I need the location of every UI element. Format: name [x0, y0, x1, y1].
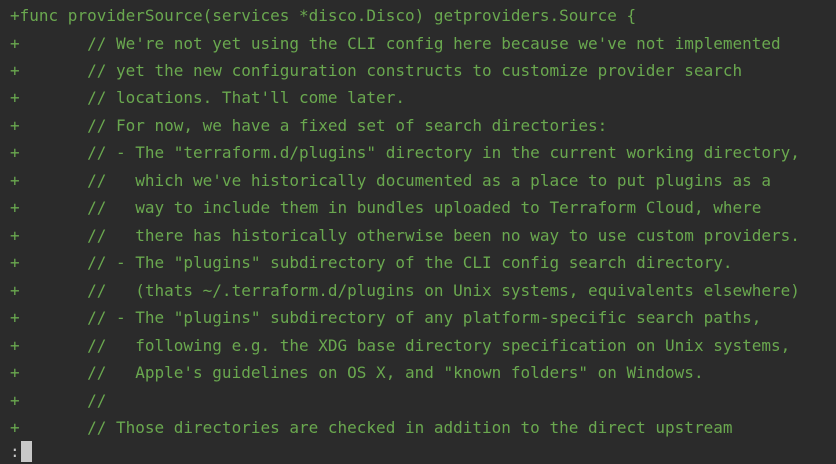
diff-line: + // For now, we have a fixed set of sea… [10, 112, 607, 139]
diff-added-marker: + [10, 226, 20, 245]
diff-added-marker: + [10, 336, 20, 355]
diff-line-text: // following e.g. the XDG base directory… [19, 336, 791, 355]
diff-line-text: // [19, 391, 107, 410]
diff-line: + // yet the new configuration construct… [10, 57, 742, 84]
pager-prompt[interactable]: : [10, 440, 32, 464]
diff-line-text: // locations. That'll come later. [19, 88, 405, 107]
diff-line-text: // - The "terraform.d/plugins" directory… [19, 143, 800, 162]
diff-line: + // - The "plugins" subdirectory of the… [10, 249, 732, 276]
diff-line: + // - The "plugins" subdirectory of any… [10, 304, 761, 331]
diff-added-marker: + [10, 88, 20, 107]
diff-added-marker: + [10, 363, 20, 382]
diff-line-text: // For now, we have a fixed set of searc… [19, 116, 608, 135]
diff-line-text: // (thats ~/.terraform.d/plugins on Unix… [19, 281, 800, 300]
diff-line: + // We're not yet using the CLI config … [10, 30, 781, 57]
diff-line-text: // Those directories are checked in addi… [19, 418, 733, 437]
diff-line-text: // way to include them in bundles upload… [19, 198, 762, 217]
diff-added-marker: + [10, 61, 20, 80]
diff-added-marker: + [10, 281, 20, 300]
diff-line: + // [10, 387, 106, 414]
pager-prompt-colon: : [10, 442, 20, 461]
diff-line-text: // - The "plugins" subdirectory of the C… [19, 253, 733, 272]
diff-line-text: // We're not yet using the CLI config he… [19, 34, 781, 53]
diff-line: + // locations. That'll come later. [10, 84, 405, 111]
diff-line: + // way to include them in bundles uplo… [10, 194, 761, 221]
diff-line: + // there has historically otherwise be… [10, 222, 800, 249]
text-cursor [20, 441, 32, 462]
diff-line: + // Those directories are checked in ad… [10, 414, 732, 441]
diff-added-marker: + [10, 34, 20, 53]
diff-line: + // (thats ~/.terraform.d/plugins on Un… [10, 277, 800, 304]
diff-line-text: // Apple's guidelines on OS X, and "know… [19, 363, 704, 382]
diff-line-text: // - The "plugins" subdirectory of any p… [19, 308, 762, 327]
diff-added-marker: + [10, 171, 20, 190]
diff-line-text: func providerSource(services *disco.Disc… [19, 6, 637, 25]
diff-line-text: // which we've historically documented a… [19, 171, 771, 190]
diff-line: + // which we've historically documented… [10, 167, 771, 194]
diff-added-marker: + [10, 143, 20, 162]
diff-added-marker: + [10, 418, 20, 437]
diff-line-text: // yet the new configuration constructs … [19, 61, 743, 80]
diff-line: +func providerSource(services *disco.Dis… [10, 2, 636, 29]
diff-added-marker: + [10, 308, 20, 327]
diff-added-marker: + [10, 6, 20, 25]
diff-added-marker: + [10, 253, 20, 272]
diff-added-marker: + [10, 116, 20, 135]
diff-line: + // - The "terraform.d/plugins" directo… [10, 139, 800, 166]
diff-added-marker: + [10, 198, 20, 217]
diff-line: + // following e.g. the XDG base directo… [10, 332, 790, 359]
diff-added-marker: + [10, 391, 20, 410]
diff-line-text: // there has historically otherwise been… [19, 226, 800, 245]
terminal-pager[interactable]: +func providerSource(services *disco.Dis… [0, 0, 836, 464]
diff-line: + // Apple's guidelines on OS X, and "kn… [10, 359, 704, 386]
